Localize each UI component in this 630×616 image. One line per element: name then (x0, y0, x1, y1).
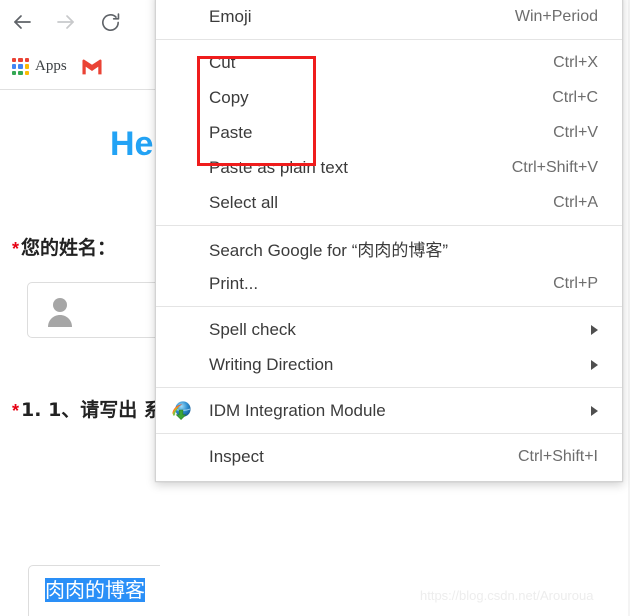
name-field-label-text: 您的姓名： (21, 237, 117, 259)
reload-button[interactable] (88, 0, 132, 44)
menu-item-label: Writing Direction (209, 354, 334, 374)
apps-grid-icon (12, 58, 29, 75)
question-label-text: 1. 1、请写出 系? (21, 399, 160, 421)
forward-button[interactable] (44, 0, 88, 44)
menu-separator (156, 387, 622, 388)
menu-item-label: Cut (209, 52, 236, 72)
bookmark-gmail[interactable] (81, 58, 103, 75)
menu-item-label: Inspect (209, 446, 264, 466)
answer-selected-text: 肉肉的博客 (45, 578, 145, 602)
menu-item-label: Copy (209, 87, 249, 107)
menu-item-shortcut: Ctrl+P (553, 274, 598, 292)
menu-item-select-all[interactable]: Select all Ctrl+A (156, 185, 622, 220)
page-content: He * 您的姓名： * 1. 1、请写出 系? 肉肉的博客 (0, 90, 160, 616)
menu-item-label: IDM Integration Module (209, 400, 386, 420)
required-marker: * (12, 238, 20, 259)
back-button[interactable] (0, 0, 44, 44)
menu-separator (156, 39, 622, 40)
menu-item-spell-check[interactable]: Spell check (156, 312, 622, 347)
menu-separator (156, 306, 622, 307)
submenu-arrow-icon (591, 405, 598, 416)
forward-arrow-icon (54, 10, 78, 34)
menu-item-label: Spell check (209, 319, 296, 339)
watermark: https://blog.csdn.net/Arouroua (420, 588, 594, 603)
menu-item-label: Emoji (209, 6, 252, 26)
name-field-label: * 您的姓名： (12, 233, 116, 260)
page-title: He (110, 125, 154, 163)
menu-separator (156, 433, 622, 434)
reload-icon (99, 11, 122, 34)
answer-textarea[interactable]: 肉肉的博客 (28, 565, 160, 616)
browser-window: Apps He * 您的姓名： * 1. 1、请写出 系? 肉肉的博客 Emoj… (0, 0, 630, 616)
menu-item-shortcut: Ctrl+X (553, 53, 598, 71)
bookmark-apps[interactable]: Apps (12, 58, 67, 75)
menu-item-idm-integration-module[interactable]: IDM Integration Module (156, 393, 622, 428)
menu-item-shortcut: Ctrl+V (553, 123, 598, 141)
menu-separator (156, 225, 622, 226)
menu-item-paste[interactable]: Paste Ctrl+V (156, 115, 622, 150)
name-input[interactable] (27, 282, 160, 338)
menu-item-inspect[interactable]: Inspect Ctrl+Shift+I (156, 439, 622, 474)
menu-item-print[interactable]: Print... Ctrl+P (156, 266, 622, 301)
gmail-icon (81, 58, 103, 75)
menu-item-label: Print... (209, 273, 259, 293)
menu-item-label: Select all (209, 192, 278, 212)
idm-globe-icon (170, 400, 192, 422)
submenu-arrow-icon (591, 359, 598, 370)
menu-item-writing-direction[interactable]: Writing Direction (156, 347, 622, 382)
menu-item-shortcut: Win+Period (514, 7, 598, 25)
menu-item-shortcut: Ctrl+C (552, 88, 598, 106)
menu-item-shortcut: Ctrl+Shift+I (517, 447, 598, 465)
context-menu: Emoji Win+Period Cut Ctrl+X Copy Ctrl+C … (155, 0, 623, 482)
question-label: * 1. 1、请写出 系? (12, 397, 160, 425)
menu-item-emoji[interactable]: Emoji Win+Period (156, 0, 622, 34)
browser-toolbar (0, 0, 160, 44)
menu-item-cut[interactable]: Cut Ctrl+X (156, 45, 622, 80)
person-avatar-icon (45, 295, 75, 327)
menu-item-paste-as-plain-text[interactable]: Paste as plain text Ctrl+Shift+V (156, 150, 622, 185)
menu-item-copy[interactable]: Copy Ctrl+C (156, 80, 622, 115)
bookmarks-bar: Apps (0, 44, 160, 89)
question-required-marker: * (12, 400, 20, 421)
back-arrow-icon (10, 10, 34, 34)
menu-item-label: Paste as plain text (209, 157, 348, 177)
bookmark-apps-label: Apps (35, 58, 67, 74)
menu-item-shortcut: Ctrl+Shift+V (511, 158, 598, 176)
menu-item-label: Search Google for “肉肉的博客” (209, 241, 449, 260)
menu-item-shortcut: Ctrl+A (553, 193, 598, 211)
menu-item-search-google[interactable]: Search Google for “肉肉的博客” (156, 231, 622, 266)
submenu-arrow-icon (591, 324, 598, 335)
menu-item-label: Paste (209, 122, 253, 142)
